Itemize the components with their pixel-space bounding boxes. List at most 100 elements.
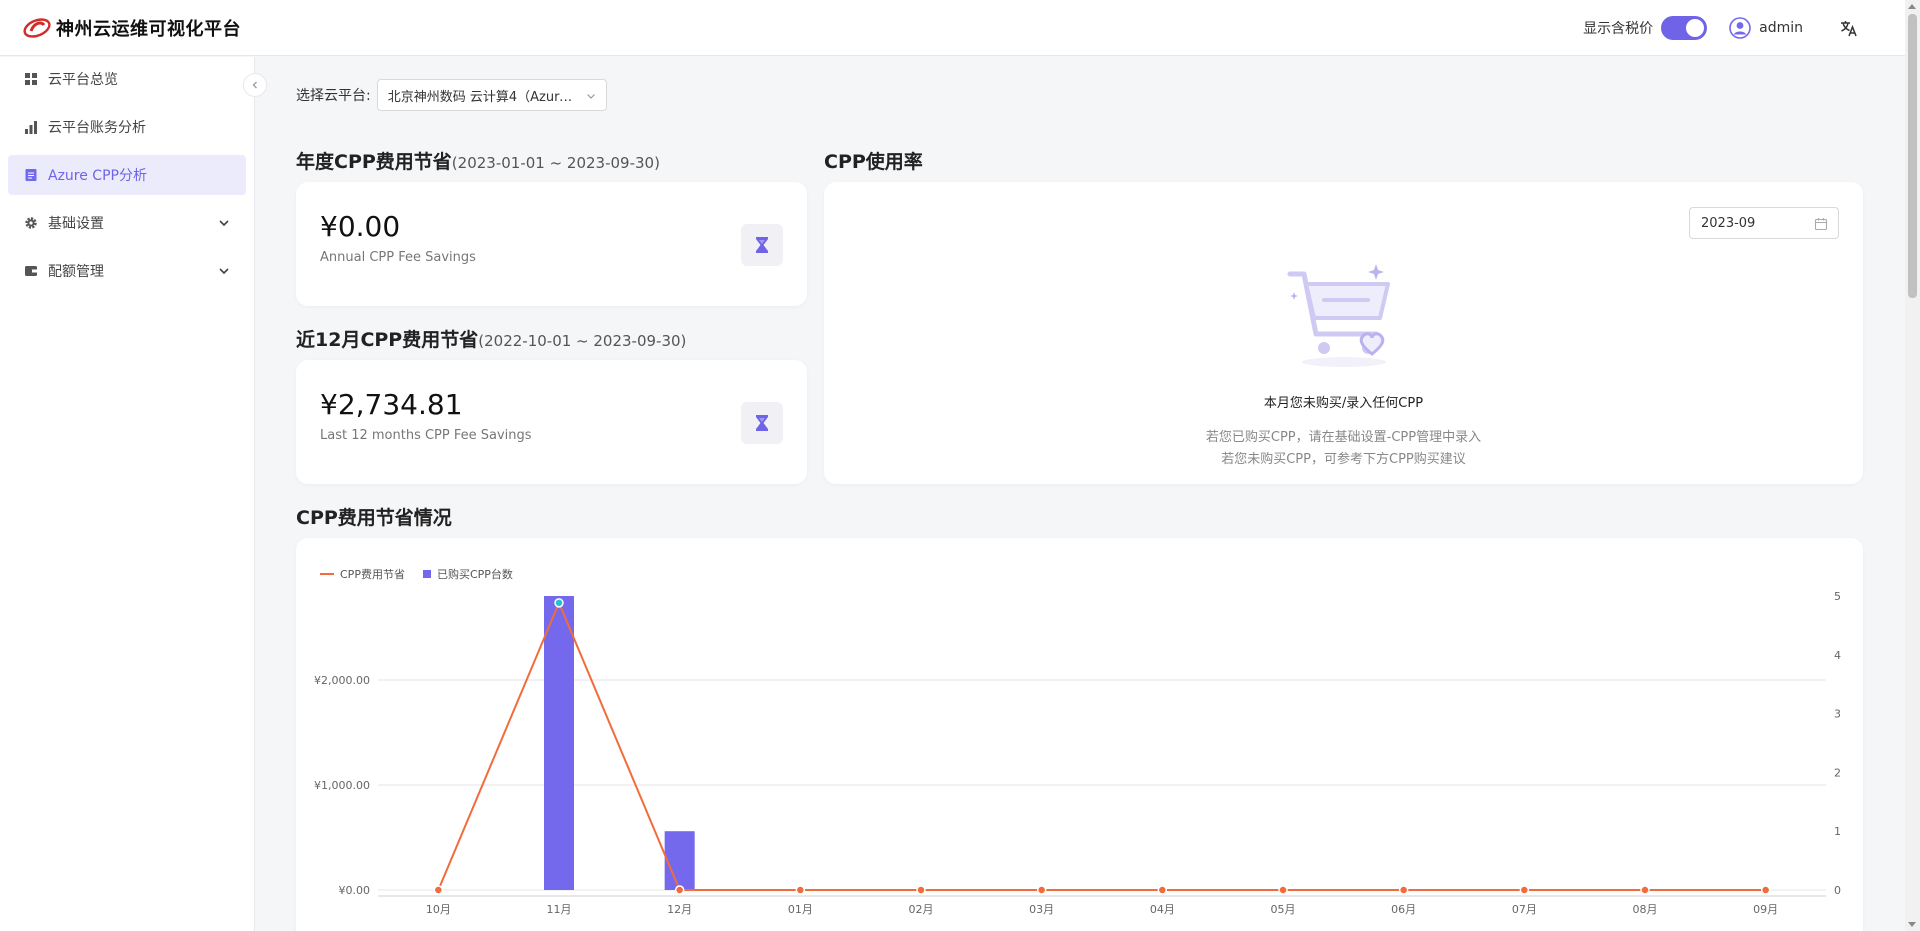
- tax-toggle[interactable]: [1661, 16, 1708, 40]
- scroll-up-arrow[interactable]: [1908, 4, 1916, 9]
- x-tick-label: 07月: [1512, 903, 1537, 916]
- empty-state-hint-2: 若您未购买CPP，可参考下方CPP购买建议: [1221, 452, 1466, 467]
- x-tick-label: 11月: [547, 903, 572, 916]
- sidebar-item-azure-cpp[interactable]: Azure CPP分析: [8, 155, 246, 195]
- month-picker[interactable]: 2023-09: [1689, 207, 1839, 239]
- app-title: 神州云运维可视化平台: [56, 18, 241, 40]
- hourglass-icon: [741, 224, 783, 266]
- sidebar-item-label: 配额管理: [48, 264, 104, 280]
- sidebar-item-billing-analysis[interactable]: 云平台账务分析: [8, 107, 246, 147]
- platform-selector-row: 选择云平台: 北京神州数码 云计算4（Azure）: [296, 79, 607, 111]
- annual-savings-amount: ¥0.00: [320, 210, 401, 243]
- document-icon: [25, 169, 37, 181]
- x-tick-label: 09月: [1753, 903, 1778, 916]
- sidebar-collapse-button[interactable]: [243, 73, 267, 97]
- month-picker-value: 2023-09: [1701, 215, 1756, 231]
- y-right-tick-label: 5: [1834, 590, 1841, 603]
- annual-savings-title: 年度CPP费用节省(2023-01-01 ~ 2023-09-30): [296, 147, 660, 174]
- user-menu[interactable]: admin: [1729, 17, 1803, 39]
- last12-savings-subtitle: Last 12 months CPP Fee Savings: [320, 428, 532, 443]
- scrollbar-thumb[interactable]: [1908, 14, 1917, 298]
- line-point: [433, 885, 444, 895]
- page-scrollbar[interactable]: [1905, 0, 1920, 931]
- logo-icon: [23, 17, 51, 38]
- x-tick-label: 01月: [788, 903, 813, 916]
- y-right-tick-label: 1: [1834, 825, 1841, 838]
- y-right-tick-label: 4: [1834, 649, 1841, 662]
- calendar-icon: [1814, 218, 1828, 231]
- annual-savings-card: ¥0.00 Annual CPP Fee Savings: [296, 182, 807, 306]
- x-tick-label: 12月: [667, 903, 692, 916]
- platform-select[interactable]: 北京神州数码 云计算4（Azure）: [376, 79, 607, 111]
- line-series: [437, 600, 1766, 891]
- line-point: [1157, 885, 1168, 895]
- chevron-down-icon: [219, 268, 229, 275]
- line-point: [1278, 885, 1288, 895]
- savings-chart-card: CPP费用节省 已购买CPP台数 ¥0.00 ¥1,000.00 ¥2,000.00…: [296, 538, 1863, 931]
- tax-toggle-label: 显示含税价: [1583, 21, 1654, 37]
- empty-cart-illustration: [1287, 264, 1390, 367]
- sidebar-item-basic-settings[interactable]: 基础设置: [8, 203, 246, 243]
- language-icon[interactable]: [1839, 18, 1859, 38]
- grid-icon: [25, 73, 37, 85]
- line-point: [916, 885, 926, 895]
- annual-savings-range: (2023-01-01 ~ 2023-09-30): [451, 154, 660, 172]
- y-right-tick-label: 0: [1834, 884, 1841, 897]
- sidebar-item-quota[interactable]: 配额管理: [8, 251, 246, 291]
- annual-savings-heading: 年度CPP费用节省: [296, 151, 452, 173]
- gear-icon: [25, 217, 37, 229]
- savings-chart-title: CPP费用节省情况: [296, 507, 452, 529]
- savings-chart[interactable]: ¥0.00 ¥1,000.00 ¥2,000.00 0 1 2 3 4 5 10月 11月 12月 01…: [296, 538, 1863, 931]
- bar: [544, 596, 574, 890]
- last12-savings-range: (2022-10-01 ~ 2023-09-30): [478, 332, 687, 350]
- last12-savings-card: ¥2,734.81 Last 12 months CPP Fee Savings: [296, 360, 807, 484]
- hourglass-icon: [741, 402, 783, 444]
- y-left-tick-label: ¥1,000.00: [314, 779, 370, 792]
- empty-state-hint-1: 若您已购买CPP，请在基础设置-CPP管理中录入: [1205, 430, 1482, 445]
- sidebar-item-label: 云平台总览: [48, 72, 118, 88]
- top-bar: 神州云运维可视化平台 显示含税价 admin: [0, 0, 1905, 56]
- empty-state-title: 本月您未购买/录入任何CPP: [1263, 396, 1424, 411]
- scroll-down-arrow[interactable]: [1908, 922, 1916, 927]
- y-right-tick-label: 3: [1834, 708, 1841, 721]
- sidebar-item-label: 云平台账务分析: [48, 120, 146, 136]
- line-point: [1036, 885, 1047, 895]
- username: admin: [1759, 20, 1803, 36]
- x-tick-label: 04月: [1150, 903, 1175, 916]
- cpp-usage-card: 2023-09 本月您未购买/录入任何CPP 若您已购买CPP，请在基础设置-C…: [824, 182, 1863, 484]
- bar: [664, 831, 695, 890]
- x-tick-label: 03月: [1029, 903, 1054, 916]
- cpp-usage-title: CPP使用率: [824, 151, 923, 173]
- line-point: [1640, 885, 1650, 895]
- annual-savings-subtitle: Annual CPP Fee Savings: [320, 250, 476, 265]
- wallet-icon: [25, 266, 37, 276]
- sidebar-item-label: 基础设置: [48, 216, 104, 232]
- last12-savings-heading: 近12月CPP费用节省: [296, 329, 479, 351]
- chevron-down-icon: [586, 94, 595, 99]
- line-point: [674, 885, 685, 895]
- line-point: [1760, 885, 1771, 895]
- bar-chart-icon: [25, 121, 37, 134]
- topbar-actions: 显示含税价 admin: [1583, 0, 1859, 56]
- chevron-left-icon: [252, 81, 257, 89]
- last12-savings-title: 近12月CPP费用节省(2022-10-01 ~ 2023-09-30): [296, 325, 686, 352]
- sidebar-item-overview[interactable]: 云平台总览: [8, 59, 246, 99]
- line-point: [795, 885, 806, 895]
- sidebar-item-label: Azure CPP分析: [48, 168, 147, 184]
- line-point: [1398, 885, 1409, 895]
- platform-selector-label: 选择云平台:: [296, 88, 371, 104]
- x-tick-label: 10月: [426, 903, 451, 916]
- x-tick-label: 05月: [1271, 903, 1296, 916]
- last12-savings-amount: ¥2,734.81: [320, 388, 463, 421]
- y-right-tick-label: 2: [1834, 766, 1841, 779]
- chevron-down-icon: [219, 220, 229, 227]
- app-logo[interactable]: 神州云运维可视化平台: [22, 15, 241, 41]
- x-tick-label: 02月: [909, 903, 934, 916]
- x-tick-label: 08月: [1633, 903, 1658, 916]
- user-avatar-icon: [1729, 17, 1751, 39]
- sidebar: 云平台总览 云平台账务分析 Azure CPP分析 基础设置 配额管理: [0, 57, 255, 931]
- y-left-tick-label: ¥0.00: [339, 884, 371, 897]
- platform-select-value: 北京神州数码 云计算4（Azure）: [387, 89, 576, 105]
- x-tick-label: 06月: [1391, 903, 1416, 916]
- line-point: [554, 598, 564, 608]
